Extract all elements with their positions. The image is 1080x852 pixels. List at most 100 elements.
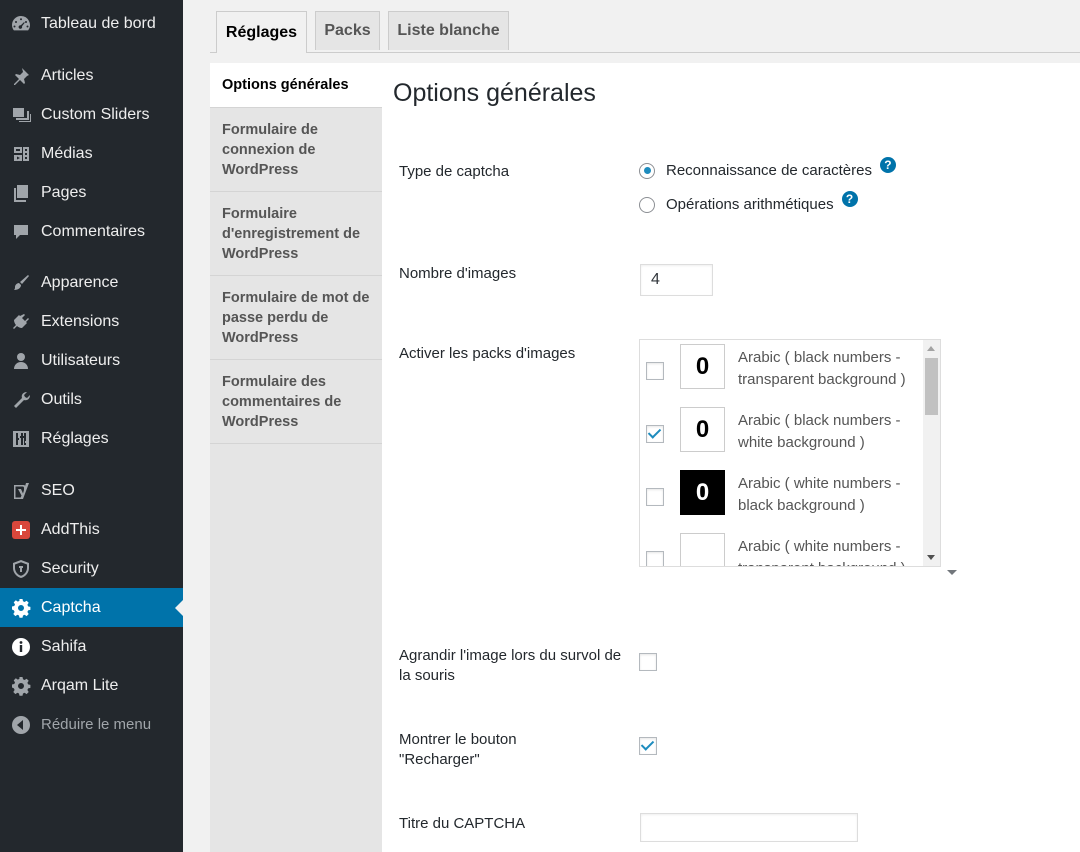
gear-icon bbox=[10, 675, 31, 696]
sidebar-item-label: Commentaires bbox=[41, 222, 146, 240]
pack-checkbox[interactable] bbox=[646, 362, 664, 380]
paintbrush-icon bbox=[10, 272, 31, 293]
pack-item[interactable]: 0 Arabic ( white numbers - black backgro… bbox=[640, 467, 925, 530]
help-icon[interactable]: ? bbox=[879, 156, 896, 173]
image-packs-list[interactable]: 0 Arabic ( black numbers - transparent b… bbox=[639, 339, 941, 567]
sidebar-item-label: Utilisateurs bbox=[41, 351, 121, 369]
form-subnav: Options générales Formulaire de connexio… bbox=[210, 63, 383, 852]
captcha-type-label: Type de captcha bbox=[399, 163, 510, 180]
enlarge-on-hover-label: Agrandir l'image lors du survol de la so… bbox=[399, 647, 622, 684]
pack-thumbnail: 0 bbox=[680, 407, 725, 452]
gear-icon bbox=[10, 597, 31, 618]
yoast-seo-icon bbox=[10, 480, 31, 501]
sidebar-item-custom-sliders[interactable]: Custom Sliders bbox=[0, 95, 183, 134]
sidebar-item-label: Pages bbox=[41, 183, 87, 201]
sidebar-item-label: Tableau de bord bbox=[41, 14, 156, 32]
sidebar-item-security[interactable]: Security bbox=[0, 549, 183, 588]
sidebar-item-medias[interactable]: Médias bbox=[0, 134, 183, 173]
collapse-menu-button[interactable]: Réduire le menu bbox=[0, 705, 183, 744]
sidebar-item-dashboard[interactable]: Tableau de bord bbox=[0, 4, 183, 43]
sidebar-item-seo[interactable]: SEO bbox=[0, 471, 183, 510]
sidebar-item-arqam-lite[interactable]: Arqam Lite bbox=[0, 666, 183, 705]
sidebar-item-label: Captcha bbox=[41, 598, 101, 616]
dashboard-icon bbox=[10, 13, 31, 34]
tab-reglages[interactable]: Réglages bbox=[216, 11, 307, 53]
pack-item[interactable]: 0 Arabic ( black numbers - transparent b… bbox=[640, 341, 925, 404]
sidebar-item-apparence[interactable]: Apparence bbox=[0, 263, 183, 302]
image-packs-label: Activer les packs d'images bbox=[399, 345, 576, 362]
subnav-item-login-form[interactable]: Formulaire de connexion de WordPress bbox=[210, 108, 382, 192]
settings-panel: Options générales Type de captcha Reconn… bbox=[382, 63, 1080, 852]
subnav-item-comments-form[interactable]: Formulaire des commentaires de WordPress bbox=[210, 360, 382, 444]
radio-button-characters[interactable] bbox=[639, 162, 655, 179]
slides-icon bbox=[10, 104, 31, 125]
pushpin-icon bbox=[10, 65, 31, 86]
sidebar-item-articles[interactable]: Articles bbox=[0, 56, 183, 95]
settings-sliders-icon bbox=[10, 428, 31, 449]
sidebar-item-label: Extensions bbox=[41, 312, 120, 330]
image-count-input[interactable] bbox=[640, 264, 713, 296]
sidebar-item-label: Médias bbox=[41, 144, 93, 162]
pack-item[interactable]: Arabic ( white numbers - transparent bac… bbox=[640, 530, 925, 566]
enlarge-on-hover-checkbox[interactable] bbox=[639, 653, 657, 671]
scroll-up-arrow-icon[interactable] bbox=[927, 346, 935, 351]
sidebar-item-captcha[interactable]: Captcha bbox=[0, 588, 183, 627]
scrollbar-thumb[interactable] bbox=[925, 358, 938, 415]
users-icon bbox=[10, 350, 31, 371]
sidebar-item-addthis[interactable]: AddThis bbox=[0, 510, 183, 549]
addthis-plus-icon bbox=[10, 519, 31, 540]
help-icon[interactable]: ? bbox=[841, 190, 858, 207]
pack-thumbnail: 0 bbox=[680, 470, 725, 515]
radio-option-characters[interactable]: Reconnaissance de caractères ? bbox=[639, 156, 896, 179]
sidebar-item-label: SEO bbox=[41, 481, 75, 499]
sidebar-item-label: Apparence bbox=[41, 273, 119, 291]
pack-label: Arabic ( black numbers - white backgroun… bbox=[738, 412, 901, 451]
radio-button-arithmetic[interactable] bbox=[639, 196, 655, 213]
pack-label: Arabic ( white numbers - black backgroun… bbox=[738, 475, 901, 514]
sidebar-item-label: Security bbox=[41, 559, 99, 577]
wrench-icon bbox=[10, 389, 31, 410]
sidebar-item-label: Arqam Lite bbox=[41, 676, 119, 694]
plugin-icon bbox=[10, 311, 31, 332]
pack-checkbox[interactable] bbox=[646, 488, 664, 506]
admin-sidebar: Tableau de bord Articles Custom Sliders … bbox=[0, 0, 183, 852]
pack-item[interactable]: 0 Arabic ( black numbers - white backgro… bbox=[640, 404, 925, 467]
subnav-item-lost-password-form[interactable]: Formulaire de mot de passe perdu de Word… bbox=[210, 276, 382, 360]
sidebar-item-pages[interactable]: Pages bbox=[0, 173, 183, 212]
subnav-item-options-generales[interactable]: Options générales bbox=[210, 63, 382, 108]
tab-liste-blanche[interactable]: Liste blanche bbox=[388, 11, 509, 50]
sidebar-item-utilisateurs[interactable]: Utilisateurs bbox=[0, 341, 183, 380]
collapse-arrow-icon bbox=[10, 714, 31, 735]
sidebar-item-label: Outils bbox=[41, 390, 82, 408]
sidebar-item-label: AddThis bbox=[41, 520, 100, 538]
image-count-label: Nombre d'images bbox=[399, 265, 517, 282]
pack-checkbox[interactable] bbox=[646, 425, 664, 443]
captcha-title-label: Titre du CAPTCHA bbox=[399, 815, 526, 832]
settings-tabs: Réglages Packs Liste blanche bbox=[210, 10, 1080, 53]
scroll-down-arrow-icon[interactable] bbox=[927, 555, 935, 560]
sidebar-item-label: Custom Sliders bbox=[41, 105, 150, 123]
resize-grip-icon[interactable] bbox=[947, 570, 957, 575]
sidebar-item-commentaires[interactable]: Commentaires bbox=[0, 212, 183, 251]
sidebar-item-label: Articles bbox=[41, 66, 94, 84]
subnav-item-register-form[interactable]: Formulaire d'enregistrement de WordPress bbox=[210, 192, 382, 276]
show-reload-checkbox[interactable] bbox=[639, 737, 657, 755]
sidebar-item-outils[interactable]: Outils bbox=[0, 380, 183, 419]
radio-label-characters: Reconnaissance de caractères bbox=[666, 162, 872, 179]
media-icon bbox=[10, 143, 31, 164]
tab-packs[interactable]: Packs bbox=[315, 11, 380, 50]
page-title: Options générales bbox=[393, 79, 596, 107]
radio-option-arithmetic[interactable]: Opérations arithmétiques ? bbox=[639, 190, 858, 213]
pack-list-scrollbar[interactable] bbox=[923, 340, 940, 566]
pack-label: Arabic ( white numbers - transparent bac… bbox=[738, 538, 906, 566]
sidebar-item-extensions[interactable]: Extensions bbox=[0, 302, 183, 341]
pack-label: Arabic ( black numbers - transparent bac… bbox=[738, 349, 906, 388]
sidebar-item-label: Réduire le menu bbox=[41, 716, 152, 733]
sidebar-item-reglages[interactable]: Réglages bbox=[0, 419, 183, 458]
pack-checkbox[interactable] bbox=[646, 551, 664, 566]
sidebar-item-sahifa[interactable]: Sahifa bbox=[0, 627, 183, 666]
shield-icon bbox=[10, 558, 31, 579]
captcha-title-input[interactable] bbox=[640, 813, 858, 842]
sidebar-item-label: Sahifa bbox=[41, 637, 87, 655]
comment-icon bbox=[10, 221, 31, 242]
